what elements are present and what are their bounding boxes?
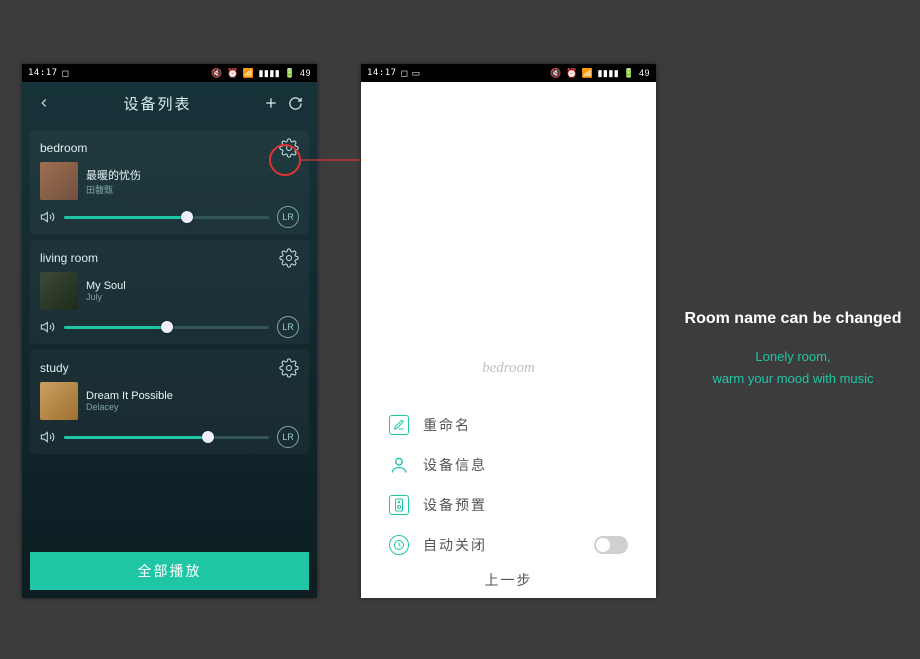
lr-channel-button[interactable]: LR <box>277 206 299 228</box>
statusbar: 14:17 ◻ ▭ 🔇 ⏰ 📶 ▮▮▮▮ 🔋 49 <box>361 64 656 82</box>
song-artist: 田馥甄 <box>86 183 299 196</box>
volume-icon[interactable] <box>40 429 56 445</box>
phone-device-list: 14:17 ◻ 🔇 ⏰ 📶 ▮▮▮▮ 🔋 49 设备列表 bedroom <box>22 64 317 598</box>
alarm-icon: ⏰ <box>227 68 239 79</box>
song-title: Dream It Possible <box>86 390 299 402</box>
menu-label: 重命名 <box>423 415 628 435</box>
song-title: 最暖的忧伤 <box>86 167 299 183</box>
gear-icon[interactable] <box>279 358 299 378</box>
auto-off-toggle[interactable] <box>594 536 628 554</box>
wifi-icon: 📶 <box>582 68 594 79</box>
song-title: My Soul <box>86 280 299 292</box>
back-step-button[interactable]: 上一步 <box>361 570 656 590</box>
lr-channel-button[interactable]: LR <box>277 426 299 448</box>
statusbar-battery: 49 <box>300 68 311 78</box>
menu-label: 设备信息 <box>423 455 628 475</box>
settings-menu: 重命名 设备信息 设备预置 自动关闭 <box>361 405 656 565</box>
song-artist: July <box>86 292 299 302</box>
mute-icon: 🔇 <box>211 68 223 79</box>
album-art <box>40 162 78 200</box>
menu-device-preset[interactable]: 设备预置 <box>361 485 656 525</box>
mute-icon: 🔇 <box>550 68 562 79</box>
statusbar: 14:17 ◻ 🔇 ⏰ 📶 ▮▮▮▮ 🔋 49 <box>22 64 317 82</box>
volume-icon[interactable] <box>40 319 56 335</box>
caption-line: Lonely room, <box>755 349 830 364</box>
device-icon <box>389 495 409 515</box>
caption-heading: Room name can be changed <box>678 310 908 328</box>
device-name: living room <box>40 251 279 265</box>
device-card[interactable]: living room My Soul July LR <box>30 240 309 344</box>
volume-slider[interactable] <box>64 326 269 329</box>
play-all-button[interactable]: 全部播放 <box>30 552 309 590</box>
volume-icon[interactable] <box>40 209 56 225</box>
add-button[interactable] <box>259 91 283 115</box>
caption: Room name can be changed Lonely room, wa… <box>678 310 908 390</box>
battery-icon: 🔋 <box>284 68 296 79</box>
statusbar-time: 14:17 <box>367 68 397 78</box>
device-name: study <box>40 361 279 375</box>
phone-settings: 14:17 ◻ ▭ 🔇 ⏰ 📶 ▮▮▮▮ 🔋 49 bedroom 重命名 <box>361 64 656 598</box>
statusbar-battery: 49 <box>639 68 650 78</box>
back-button[interactable] <box>32 91 56 115</box>
device-name: bedroom <box>40 141 279 155</box>
menu-device-info[interactable]: 设备信息 <box>361 445 656 485</box>
page-title: 设备列表 <box>56 93 259 114</box>
album-art <box>40 382 78 420</box>
clock-icon <box>389 535 409 555</box>
menu-rename[interactable]: 重命名 <box>361 405 656 445</box>
menu-label: 自动关闭 <box>423 535 580 555</box>
refresh-button[interactable] <box>283 91 307 115</box>
statusbar-time: 14:17 <box>28 68 58 78</box>
album-art <box>40 272 78 310</box>
menu-auto-off[interactable]: 自动关闭 <box>361 525 656 565</box>
alarm-icon: ⏰ <box>566 68 578 79</box>
room-name-display: bedroom <box>361 360 656 377</box>
volume-slider[interactable] <box>64 216 269 219</box>
edit-icon <box>389 415 409 435</box>
gear-icon[interactable] <box>279 138 299 158</box>
lr-channel-button[interactable]: LR <box>277 316 299 338</box>
menu-label: 设备预置 <box>423 495 628 515</box>
user-icon <box>389 455 409 475</box>
battery-icon: 🔋 <box>623 68 635 79</box>
caption-line: warm your mood with music <box>712 371 873 386</box>
header: 设备列表 <box>22 82 317 124</box>
gear-icon[interactable] <box>279 248 299 268</box>
device-card[interactable]: bedroom 最暖的忧伤 田馥甄 LR <box>30 130 309 234</box>
wifi-icon: 📶 <box>243 68 255 79</box>
volume-slider[interactable] <box>64 436 269 439</box>
song-artist: Delacey <box>86 402 299 412</box>
device-card[interactable]: study Dream It Possible Delacey LR <box>30 350 309 454</box>
